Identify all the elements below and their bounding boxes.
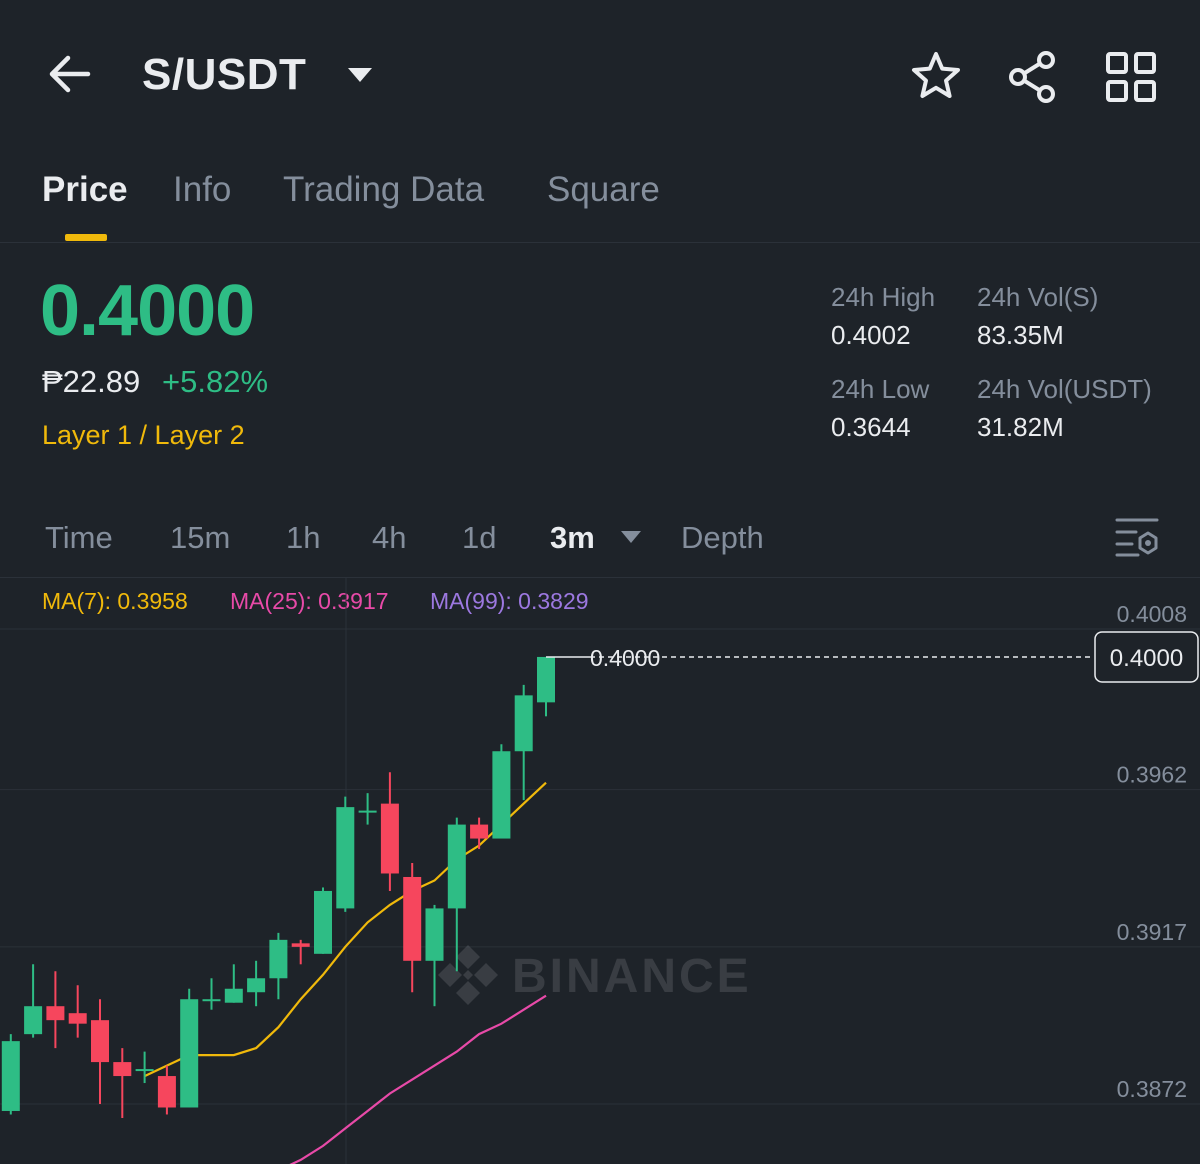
candle-up [336, 807, 355, 909]
chart-settings-icon[interactable] [1114, 516, 1160, 558]
stat-low-label: 24h Low [831, 374, 930, 404]
y-tick-label: 0.3917 [1117, 919, 1187, 945]
candlestick-chart[interactable]: BINANCE 0.4000 0.4000 0.4008 0.3962 0.3917 0… [0, 578, 1200, 1164]
stat-high-label: 24h High [831, 282, 936, 312]
tabs-divider [0, 242, 1200, 243]
star-icon[interactable] [910, 50, 962, 102]
tab-square[interactable]: Square [547, 170, 660, 210]
candle-up [514, 695, 533, 752]
last-price-inline-label: 0.4000 [590, 645, 660, 671]
candle-up [269, 939, 288, 979]
interval-3m[interactable]: 3m [550, 520, 595, 556]
pair-title[interactable]: S/USDT [142, 50, 306, 100]
active-tab-indicator [65, 234, 107, 241]
candle-up [24, 1006, 43, 1035]
stat-vol-base-value: 83.35M [977, 320, 1064, 350]
category-tag[interactable]: Layer 1 / Layer 2 [42, 420, 245, 451]
y-tick-label: 0.4008 [1117, 601, 1187, 627]
interval-time[interactable]: Time [45, 520, 113, 556]
candle-down [403, 876, 422, 961]
candle-up [447, 824, 466, 909]
candle-up [247, 978, 266, 993]
candle-down [46, 1006, 65, 1021]
candle-up [492, 751, 511, 839]
candle-up [425, 908, 444, 961]
watermark-text: BINANCE [512, 950, 752, 1003]
candle-down [113, 1062, 132, 1077]
candle-down [91, 1020, 109, 1063]
candle-up [537, 656, 555, 703]
grid-icon[interactable] [1104, 50, 1158, 104]
binance-logo-icon [438, 945, 498, 1005]
candle-down [291, 943, 310, 947]
interval-caret-down-icon[interactable] [620, 530, 642, 544]
price-change-percent: +5.82% [162, 364, 269, 399]
stat-high-value: 0.4002 [831, 320, 911, 350]
fiat-price: ₱22.89 [42, 364, 141, 399]
candle-up [1, 1041, 20, 1111]
candle-down [380, 803, 399, 874]
candle-up [135, 1069, 154, 1072]
tab-info[interactable]: Info [173, 170, 231, 210]
last-price: 0.4000 [40, 271, 255, 351]
tab-price[interactable]: Price [42, 170, 128, 210]
stat-vol-quote-value: 31.82M [977, 412, 1064, 442]
ma-line-ma25 [289, 994, 547, 1164]
tab-trading-data[interactable]: Trading Data [283, 170, 484, 210]
share-icon[interactable] [1006, 50, 1060, 104]
interval-1d[interactable]: 1d [462, 520, 496, 556]
stat-low-value: 0.3644 [831, 412, 911, 442]
candle-down [68, 1013, 87, 1024]
binance-watermark: BINANCE [438, 945, 752, 1005]
candle-up [202, 999, 221, 1002]
interval-4h[interactable]: 4h [372, 520, 406, 556]
last-price-tag: 0.4000 [1110, 645, 1183, 672]
stat-vol-quote-label: 24h Vol(USDT) [977, 374, 1152, 404]
stat-vol-base-label: 24h Vol(S) [977, 282, 1099, 312]
candle-down [157, 1076, 176, 1108]
interval-1h[interactable]: 1h [286, 520, 320, 556]
candle-up [180, 999, 199, 1108]
y-tick-label: 0.3962 [1117, 762, 1187, 788]
y-tick-label: 0.3872 [1117, 1076, 1187, 1102]
candle-up [224, 988, 243, 1003]
candle-up [314, 890, 332, 954]
back-arrow-icon[interactable] [44, 48, 96, 100]
interval-15m[interactable]: 15m [170, 520, 230, 556]
interval-depth[interactable]: Depth [681, 520, 764, 556]
candle-up [358, 810, 377, 813]
candle-down [470, 824, 489, 839]
caret-down-icon[interactable] [346, 66, 374, 84]
